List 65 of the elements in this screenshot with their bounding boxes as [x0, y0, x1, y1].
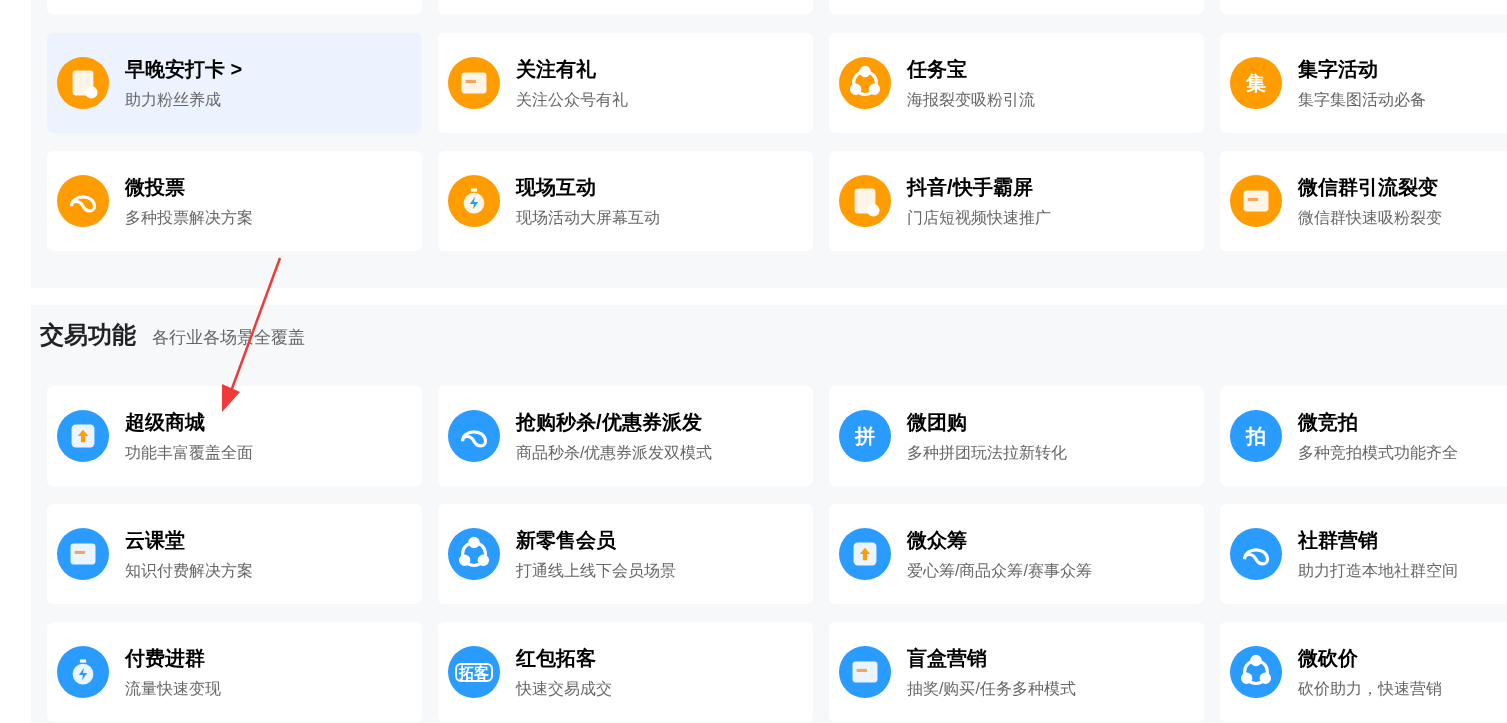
- feature-description: 功能丰富覆盖全面: [125, 442, 253, 463]
- feature-title: 抢购秒杀/优惠券派发: [516, 409, 703, 434]
- feature-title: 新零售会员: [516, 527, 617, 552]
- feature-card[interactable]: 微投票 多种投票解决方案: [47, 151, 422, 251]
- feature-description: 助力粉丝养成: [125, 89, 222, 110]
- feature-card[interactable]: 付费进群 流量快速变现: [47, 622, 422, 722]
- feature-description: 多种拼团玩法拉新转化: [907, 442, 1067, 463]
- feature-card[interactable]: 早晚安打卡 > 助力粉丝养成: [47, 33, 422, 133]
- feature-card[interactable]: 微众筹 爱心筹/商品众筹/赛事众筹: [829, 504, 1204, 604]
- feature-card[interactable]: 盲盒营销 抽奖/购买/任务多种模式: [829, 622, 1204, 722]
- feature-title: 盲盒营销: [907, 645, 988, 670]
- feature-description: 多种投票解决方案: [125, 207, 253, 228]
- feature-card[interactable]: 关注有礼 关注公众号有礼: [438, 33, 813, 133]
- feature-title: 早晚安打卡 >: [125, 56, 243, 81]
- feature-icon: 拓客: [448, 646, 500, 698]
- feature-description: 抽奖/购买/任务多种模式: [907, 678, 1076, 699]
- feature-icon: 拍: [1230, 410, 1282, 462]
- feature-card[interactable]: 抖音/快手霸屏 门店短视频快速推广: [829, 151, 1204, 251]
- feature-title: 社群营销: [1298, 527, 1379, 552]
- feature-title: 微众筹: [907, 527, 968, 552]
- feature-description: 快速交易成交: [516, 678, 612, 699]
- feature-description: 商品秒杀/优惠券派发双模式: [516, 442, 713, 463]
- feature-title: 集字活动: [1298, 56, 1379, 81]
- feature-title: 云课堂: [125, 527, 186, 552]
- feature-icon: 集: [1230, 57, 1282, 109]
- feature-title: 微信群引流裂变: [1298, 174, 1439, 199]
- feature-title: 微竞拍: [1298, 409, 1359, 434]
- feature-card[interactable]: 拍 微竞拍 多种竞拍模式功能齐全: [1220, 386, 1507, 486]
- feature-card[interactable]: 拓客 红包拓客 快速交易成交: [438, 622, 813, 722]
- feature-description: 助力打造本地社群空间: [1298, 560, 1458, 581]
- section-title: 交易功能: [40, 320, 136, 350]
- feature-title: 抖音/快手霸屏: [907, 174, 1034, 199]
- feature-title: 现场互动: [516, 174, 597, 199]
- feature-title: 任务宝: [907, 56, 968, 81]
- feature-description: 多种竞拍模式功能齐全: [1298, 442, 1458, 463]
- feature-description: 门店短视频快速推广: [907, 207, 1051, 228]
- feature-card[interactable]: 拼 微团购 多种拼团玩法拉新转化: [829, 386, 1204, 486]
- feature-description: 砍价助力，快速营销: [1298, 678, 1442, 699]
- feature-card[interactable]: 现场互动 现场活动大屏幕互动: [438, 151, 813, 251]
- feature-description: 现场活动大屏幕互动: [516, 207, 660, 228]
- feature-card[interactable]: 超级商城 功能丰富覆盖全面: [47, 386, 422, 486]
- feature-title: 微投票: [125, 174, 186, 199]
- feature-card[interactable]: 微砍价 砍价助力，快速营销: [1220, 622, 1507, 722]
- feature-title: 关注有礼: [516, 56, 597, 81]
- feature-icon: 拼: [839, 410, 891, 462]
- feature-card[interactable]: 任务宝 海报裂变吸粉引流: [829, 33, 1204, 133]
- feature-description: 海报裂变吸粉引流: [907, 89, 1035, 110]
- feature-title: 红包拓客: [516, 645, 597, 670]
- feature-description: 打通线上线下会员场景: [516, 560, 676, 581]
- feature-description: 流量快速变现: [125, 678, 221, 699]
- feature-card[interactable]: 集 集字活动 集字集图活动必备: [1220, 33, 1507, 133]
- feature-description: 关注公众号有礼: [516, 89, 628, 110]
- feature-description: 微信群快速吸粉裂变: [1298, 207, 1442, 228]
- feature-title: 超级商城: [125, 409, 206, 434]
- feature-card[interactable]: 新零售会员 打通线上线下会员场景: [438, 504, 813, 604]
- feature-card[interactable]: 云课堂 知识付费解决方案: [47, 504, 422, 604]
- feature-description: 爱心筹/商品众筹/赛事众筹: [907, 560, 1092, 581]
- feature-card[interactable]: 社群营销 助力打造本地社群空间: [1220, 504, 1507, 604]
- feature-description: 集字集图活动必备: [1298, 89, 1426, 110]
- feature-card[interactable]: 微信群引流裂变 微信群快速吸粉裂变: [1220, 151, 1507, 251]
- feature-title: 微团购: [907, 409, 968, 434]
- feature-title: 微砍价: [1298, 645, 1359, 670]
- feature-card[interactable]: 抢购秒杀/优惠券派发 商品秒杀/优惠券派发双模式: [438, 386, 813, 486]
- feature-title: 付费进群: [125, 645, 206, 670]
- feature-description: 知识付费解决方案: [125, 560, 253, 581]
